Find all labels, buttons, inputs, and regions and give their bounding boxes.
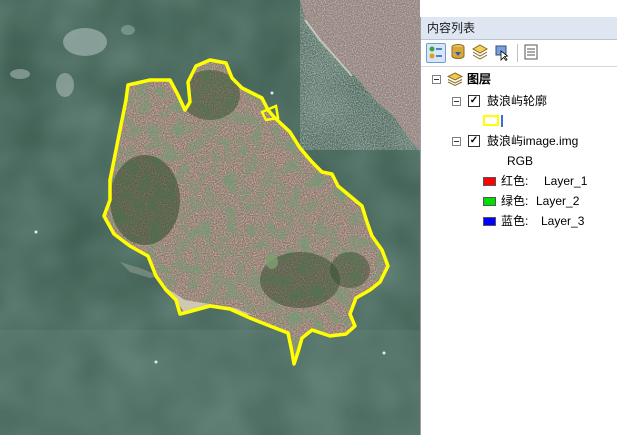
layer-row-outline[interactable]: ✓ 鼓浪屿轮廓 <box>421 92 617 110</box>
band-label: 蓝色: <box>501 214 529 228</box>
selection-marker <box>501 115 503 127</box>
toc-toolbar <box>421 40 617 67</box>
list-by-drawing-order-icon[interactable] <box>426 43 446 63</box>
band-row-red[interactable]: 红色: Layer_1 <box>421 172 617 190</box>
collapse-layer-icon[interactable] <box>452 97 461 106</box>
toolbar-separator <box>517 44 518 62</box>
band-value: Layer_2 <box>536 194 580 208</box>
table-of-contents-panel: 内容列表 图层 ✓ 鼓浪屿轮廓 ✓ 鼓浪屿image.img RGB 红色: L… <box>420 17 617 435</box>
boat <box>154 360 158 364</box>
layer-name: 鼓浪屿image.img <box>487 134 579 148</box>
list-by-source-icon[interactable] <box>449 43 469 63</box>
layer-visibility-checkbox[interactable]: ✓ <box>468 95 480 107</box>
group-layer-row[interactable]: 图层 <box>421 70 617 88</box>
panel-title: 内容列表 <box>421 17 617 40</box>
layer-visibility-checkbox[interactable]: ✓ <box>468 135 480 147</box>
blue-band-swatch[interactable] <box>483 217 496 226</box>
layers-icon <box>446 71 464 87</box>
cloud <box>63 28 107 56</box>
satellite-image <box>0 0 420 435</box>
band-row-green[interactable]: 绿色: Layer_2 <box>421 192 617 210</box>
group-layer-label: 图层 <box>467 72 492 86</box>
boat <box>34 230 38 234</box>
band-value: Layer_3 <box>541 214 585 228</box>
list-by-selection-icon[interactable] <box>493 43 513 63</box>
rgb-label: RGB <box>507 154 534 168</box>
boat <box>382 351 386 355</box>
map-view[interactable] <box>0 0 420 435</box>
collapse-layer-icon[interactable] <box>452 137 461 146</box>
band-row-blue[interactable]: 蓝色: Layer_3 <box>421 212 617 230</box>
layer-symbol-row[interactable] <box>421 112 617 130</box>
green-band-swatch[interactable] <box>483 197 496 206</box>
band-label: 绿色: <box>501 194 529 208</box>
collapse-group-icon[interactable] <box>432 75 441 84</box>
list-by-visibility-icon[interactable] <box>471 43 491 63</box>
red-band-swatch[interactable] <box>483 177 496 186</box>
cloud <box>56 73 74 97</box>
boat <box>270 91 274 95</box>
options-icon[interactable] <box>522 43 542 63</box>
cloud <box>10 69 30 79</box>
layer-name: 鼓浪屿轮廓 <box>487 94 548 108</box>
layer-row-image[interactable]: ✓ 鼓浪屿image.img <box>421 132 617 150</box>
polygon-symbol-swatch[interactable] <box>483 115 499 126</box>
band-value: Layer_1 <box>544 174 588 188</box>
rgb-label-row: RGB <box>421 152 617 170</box>
cloud <box>121 25 135 35</box>
band-label: 红色: <box>501 174 529 188</box>
